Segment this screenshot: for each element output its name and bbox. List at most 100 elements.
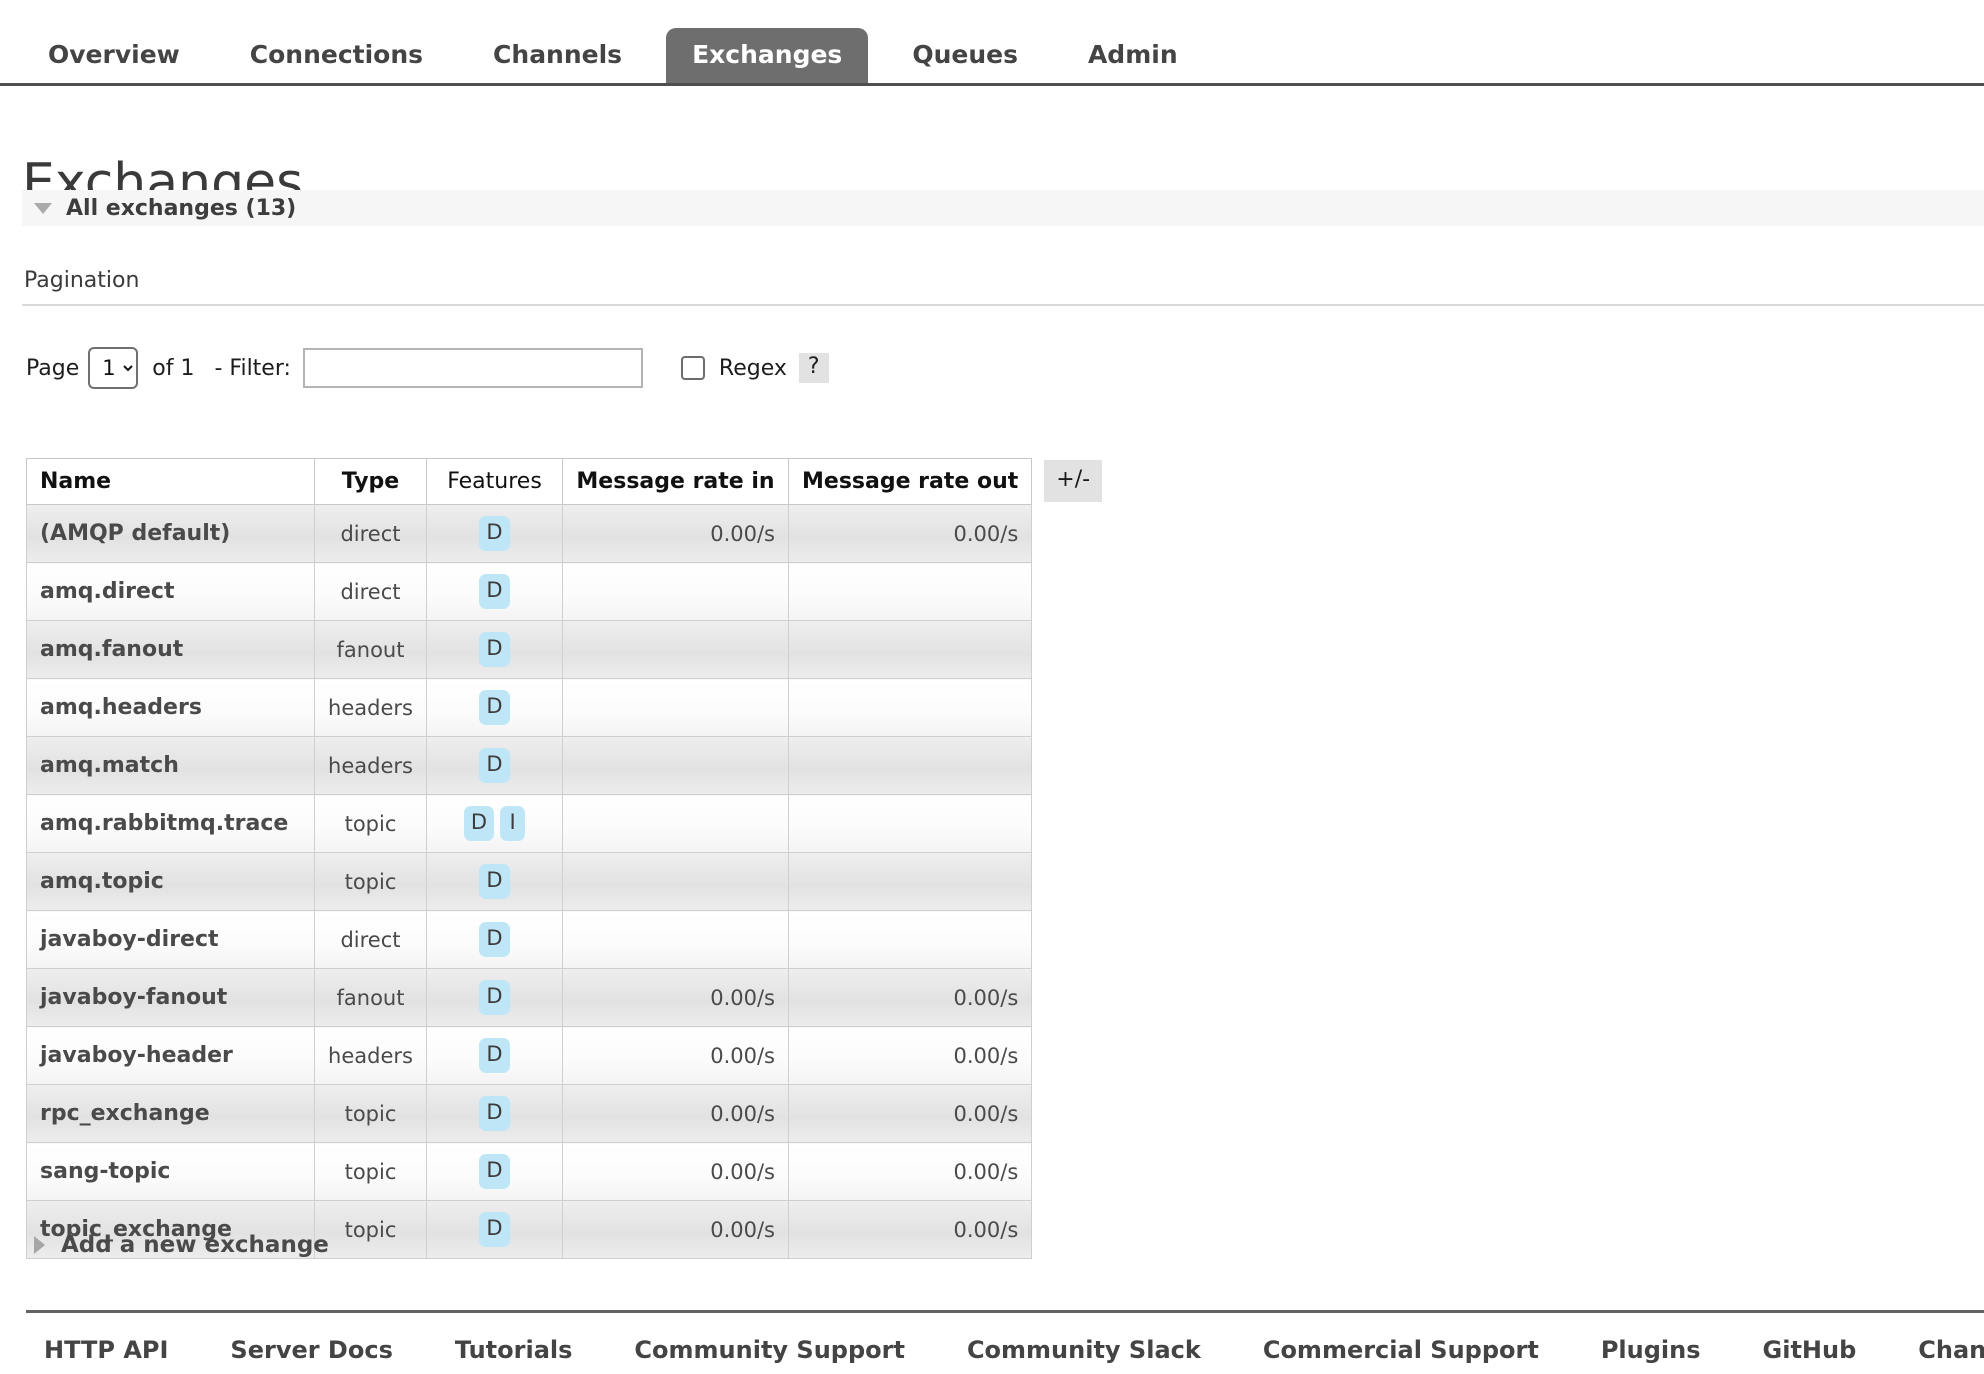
table-row: javaboy-header headers D 0.00/s 0.00/s (26, 1026, 1033, 1085)
exchange-features: D (426, 736, 563, 795)
footer-links: HTTP API Server Docs Tutorials Community Su… (44, 1330, 1984, 1370)
nav-tab-exchanges[interactable]: Exchanges (666, 28, 869, 83)
feature-badge-i[interactable]: I (500, 806, 526, 841)
column-header-rate-in[interactable]: Message rate in (562, 458, 789, 505)
table-row: amq.rabbitmq.trace topic D I (26, 794, 1033, 853)
message-rate-in-value (562, 620, 789, 679)
footer-link-plugins[interactable]: Plugins (1601, 1336, 1701, 1364)
main-navigation: Overview Connections Channels Exchanges Queu… (0, 0, 1984, 86)
feature-badge-d[interactable]: D (479, 1212, 510, 1247)
message-rate-in-value: 0.00/s (562, 1084, 789, 1143)
exchange-name-link[interactable]: amq.direct (26, 562, 315, 621)
message-rate-out-value (787, 620, 1033, 679)
message-rate-in-value (562, 562, 789, 621)
exchange-type: topic (314, 1084, 427, 1143)
exchange-name-link[interactable]: amq.topic (26, 852, 315, 911)
exchange-type: headers (314, 678, 427, 737)
nav-tab-channels[interactable]: Channels (467, 28, 648, 83)
message-rate-out-value (787, 736, 1033, 795)
footer-link-server-docs[interactable]: Server Docs (230, 1336, 392, 1364)
chevron-down-icon (34, 202, 52, 214)
footer-link-github[interactable]: GitHub (1763, 1336, 1857, 1364)
exchange-type: topic (314, 1200, 427, 1259)
regex-checkbox[interactable] (680, 356, 705, 380)
filter-label: - Filter: (214, 355, 291, 381)
message-rate-in-value: 0.00/s (562, 968, 789, 1027)
exchange-features: DI (426, 794, 563, 853)
exchange-features: D (426, 852, 563, 911)
footer-link-community-slack[interactable]: Community Slack (967, 1336, 1201, 1364)
exchange-type: headers (314, 736, 427, 795)
column-header-rate-out[interactable]: Message rate out (787, 458, 1033, 505)
regex-help-icon[interactable]: ? (798, 353, 829, 383)
feature-badge-d[interactable]: D (479, 1038, 510, 1073)
message-rate-in-value: 0.00/s (562, 1142, 789, 1201)
feature-badge-d[interactable]: D (479, 516, 510, 551)
footer-link-http-api[interactable]: HTTP API (44, 1336, 168, 1364)
exchange-name-link[interactable]: amq.match (26, 736, 315, 795)
feature-badge-d[interactable]: D (463, 806, 495, 841)
message-rate-out-value: 0.00/s (787, 1084, 1033, 1143)
exchange-name-link[interactable]: (AMQP default) (26, 504, 315, 563)
toggle-columns-button[interactable]: +/- (1044, 460, 1103, 502)
message-rate-out-value (787, 852, 1033, 911)
column-header-features[interactable]: Features (426, 458, 563, 505)
nav-tab-admin[interactable]: Admin (1062, 28, 1204, 83)
feature-badge-d[interactable]: D (479, 980, 510, 1015)
feature-badge-d[interactable]: D (479, 632, 510, 667)
message-rate-out-value: 0.00/s (787, 1200, 1033, 1259)
exchange-name-link[interactable]: sang-topic (26, 1142, 315, 1201)
footer-link-changelog[interactable]: Changelog (1918, 1336, 1984, 1364)
nav-tab-connections[interactable]: Connections (224, 28, 449, 83)
footer-divider (26, 1310, 1984, 1313)
exchange-name-link[interactable]: amq.fanout (26, 620, 315, 679)
footer-link-commercial-support[interactable]: Commercial Support (1263, 1336, 1539, 1364)
feature-badge-d[interactable]: D (479, 922, 510, 957)
nav-tab-queues[interactable]: Queues (886, 28, 1044, 83)
filter-input[interactable] (302, 348, 643, 388)
footer-link-community-support[interactable]: Community Support (634, 1336, 905, 1364)
table-row: amq.fanout fanout D (26, 620, 1033, 679)
page-word-label: Page (26, 355, 80, 381)
chevron-right-icon (34, 1236, 45, 1254)
footer-link-tutorials[interactable]: Tutorials (455, 1336, 573, 1364)
exchange-features: D (426, 678, 563, 737)
message-rate-out-value: 0.00/s (787, 504, 1033, 563)
message-rate-in-value (562, 852, 789, 911)
exchange-features: D (426, 1200, 563, 1259)
exchange-features: D (426, 1142, 563, 1201)
pagination-divider (22, 304, 1984, 306)
feature-badge-d[interactable]: D (479, 1154, 510, 1189)
exchange-type: direct (314, 910, 427, 969)
message-rate-in-value (562, 736, 789, 795)
feature-badge-d[interactable]: D (479, 690, 510, 725)
exchange-features: D (426, 562, 563, 621)
exchanges-table: Name Type Features Message rate in Messa… (26, 458, 1033, 1259)
nav-tab-overview[interactable]: Overview (22, 28, 206, 83)
exchange-name-link[interactable]: javaboy-header (26, 1026, 315, 1085)
feature-badge-d[interactable]: D (479, 1096, 510, 1131)
exchange-features: D (426, 910, 563, 969)
add-new-exchange-toggle[interactable]: Add a new exchange (22, 1232, 329, 1258)
feature-badge-d[interactable]: D (479, 574, 510, 609)
regex-label: Regex (718, 355, 787, 381)
add-new-exchange-label: Add a new exchange (61, 1232, 329, 1258)
exchange-features: D (426, 1084, 563, 1143)
table-row: (AMQP default) direct D 0.00/s 0.00/s (26, 504, 1033, 563)
exchange-name-link[interactable]: amq.rabbitmq.trace (26, 794, 315, 853)
feature-badge-d[interactable]: D (479, 748, 510, 783)
exchange-type: topic (314, 794, 427, 853)
exchange-name-link[interactable]: rpc_exchange (26, 1084, 315, 1143)
exchange-name-link[interactable]: javaboy-direct (26, 910, 315, 969)
message-rate-out-value: 0.00/s (787, 968, 1033, 1027)
exchange-name-link[interactable]: javaboy-fanout (26, 968, 315, 1027)
table-row: amq.match headers D (26, 736, 1033, 795)
column-header-type[interactable]: Type (314, 458, 427, 505)
message-rate-in-value: 0.00/s (562, 504, 789, 563)
exchange-features: D (426, 1026, 563, 1085)
exchange-name-link[interactable]: amq.headers (26, 678, 315, 737)
page-select[interactable]: 1 (88, 347, 139, 389)
all-exchanges-section-toggle[interactable]: All exchanges (13) (22, 190, 1984, 226)
feature-badge-d[interactable]: D (479, 864, 510, 899)
column-header-name[interactable]: Name (26, 458, 315, 505)
